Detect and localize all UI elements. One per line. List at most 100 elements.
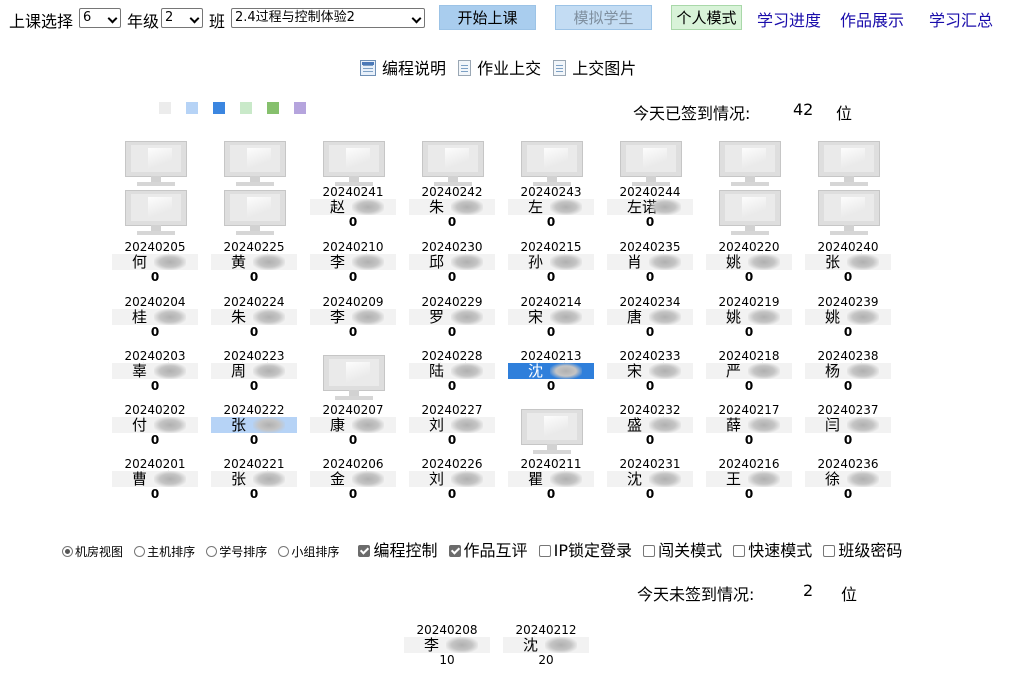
student-id: 20240210 (322, 240, 384, 254)
student-seat[interactable]: 20240244 左诺 0 (607, 186, 693, 236)
student-seat[interactable]: 20240243 左 0 (508, 186, 594, 236)
peer-review-option[interactable]: 作品互评 (448, 537, 528, 561)
student-id: 20240226 (421, 457, 483, 471)
student-seat[interactable]: 20240219 姚 0 (706, 296, 792, 346)
homework-link[interactable]: 作业上交 (458, 55, 541, 79)
student-seat[interactable]: 20240238 杨 0 (805, 350, 891, 400)
student-seat[interactable]: 20240211 瞿 0 (508, 458, 594, 508)
view-options: 机房视图 主机排序 学号排序 小组排序 编程控制 作品互评 IP锁定登录 闯关模… (62, 537, 908, 560)
student-seat[interactable]: 20240236 徐 0 (805, 458, 891, 508)
document-icon (458, 60, 472, 76)
student-seat[interactable]: 20240229 罗 0 (409, 296, 495, 346)
works-link[interactable]: 作品展示 (840, 7, 904, 31)
student-name: 邱 (409, 254, 495, 270)
student-seat[interactable]: 20240206 金 0 (310, 458, 396, 508)
grade-select[interactable]: 2 (161, 8, 203, 28)
student-seat[interactable]: 20240221 张 0 (211, 458, 297, 508)
student-seat[interactable]: 20240220 姚 0 (706, 241, 792, 291)
student-seat[interactable]: 20240226 刘 0 (409, 458, 495, 508)
student-seat[interactable]: 20240239 姚 0 (805, 296, 891, 346)
radio-icon (206, 546, 218, 557)
summary-link[interactable]: 学习汇总 (929, 7, 993, 31)
upload-image-link[interactable]: 上交图片 (553, 55, 636, 79)
progress-link[interactable]: 学习进度 (757, 7, 821, 31)
grade-label: 年级 (127, 12, 160, 31)
computer-monitor-icon (705, 141, 795, 189)
class-password-option[interactable]: 班级密码 (823, 537, 902, 561)
student-seat[interactable]: 20240222 张 0 (211, 404, 297, 454)
student-seat[interactable]: 20240216 王 0 (706, 458, 792, 508)
student-id: 20240212 (515, 623, 577, 637)
student-name: 瞿 (508, 471, 594, 487)
student-score: 20 (538, 653, 554, 667)
lesson-select[interactable]: 6 (79, 8, 121, 28)
student-seat[interactable]: 20240224 朱 0 (211, 296, 297, 346)
student-seat[interactable]: 20240215 孙 0 (508, 241, 594, 291)
student-name: 曹 (112, 471, 198, 487)
start-class-button[interactable]: 开始上课 (439, 5, 536, 30)
student-seat[interactable]: 20240210 李 0 (310, 241, 396, 291)
challenge-mode-option[interactable]: 闯关模式 (643, 537, 722, 561)
student-seat[interactable]: 20240235 肖 0 (607, 241, 693, 291)
student-score: 10 (439, 653, 455, 667)
course-select[interactable]: 2.4过程与控制体验2 (231, 8, 425, 28)
student-score: 0 (249, 487, 259, 501)
student-seat[interactable]: 20240202 付 0 (112, 404, 198, 454)
student-name: 刘 (409, 417, 495, 433)
student-seat[interactable]: 20240204 桂 0 (112, 296, 198, 346)
student-score: 0 (150, 487, 160, 501)
student-seat[interactable]: 20240225 黄 0 (211, 241, 297, 291)
instructions-link[interactable]: 编程说明 (360, 55, 446, 79)
student-id: 20240217 (718, 403, 780, 417)
student-name: 赵 (310, 199, 396, 215)
student-score: 0 (843, 379, 853, 393)
student-seat[interactable]: 20240214 宋 0 (508, 296, 594, 346)
document-icon (553, 60, 567, 76)
student-seat[interactable]: 20240209 李 0 (310, 296, 396, 346)
student-seat[interactable]: 20240207 康 0 (310, 404, 396, 454)
room-view-option[interactable]: 机房视图 (62, 543, 123, 560)
student-seat[interactable]: 20240228 陆 0 (409, 350, 495, 400)
student-name: 姚 (805, 309, 891, 325)
ip-lock-option[interactable]: IP锁定登录 (538, 537, 632, 561)
programming-control-option[interactable]: 编程控制 (358, 537, 437, 561)
student-score: 0 (249, 379, 259, 393)
student-seat[interactable]: 20240231 沈 0 (607, 458, 693, 508)
quick-mode-option[interactable]: 快速模式 (733, 537, 812, 561)
host-sort-option[interactable]: 主机排序 (134, 543, 195, 560)
student-seat[interactable]: 20240213 沈 0 (508, 350, 594, 400)
student-name: 孙 (508, 254, 594, 270)
student-score: 0 (447, 487, 457, 501)
student-score: 0 (744, 487, 754, 501)
student-seat[interactable]: 20240230 邱 0 (409, 241, 495, 291)
personal-mode-button[interactable]: 个人模式 (671, 5, 742, 30)
radio-icon (134, 546, 146, 557)
student-seat[interactable]: 20240227 刘 0 (409, 404, 495, 454)
student-id: 20240231 (619, 457, 681, 471)
legend-swatch (240, 102, 252, 114)
student-seat[interactable]: 20240234 唐 0 (607, 296, 693, 346)
student-seat[interactable]: 20240218 严 0 (706, 350, 792, 400)
student-seat[interactable]: 20240242 朱 0 (409, 186, 495, 236)
student-seat[interactable]: 20240232 盛 0 (607, 404, 693, 454)
id-sort-option[interactable]: 学号排序 (206, 543, 267, 560)
student-seat[interactable]: 20240233 宋 0 (607, 350, 693, 400)
student-seat[interactable]: 20240203 辜 0 (112, 350, 198, 400)
student-score: 0 (150, 270, 160, 284)
checkin-unit: 位 (836, 104, 853, 123)
student-seat[interactable]: 20240237 闫 0 (805, 404, 891, 454)
student-name: 徐 (805, 471, 891, 487)
student-seat[interactable]: 20240217 薛 0 (706, 404, 792, 454)
student-name: 沈 (607, 471, 693, 487)
student-seat[interactable]: 20240201 曹 0 (112, 458, 198, 508)
student-seat[interactable]: 20240208 李 10 (404, 624, 490, 674)
student-seat[interactable]: 20240223 周 0 (211, 350, 297, 400)
group-sort-option[interactable]: 小组排序 (278, 543, 339, 560)
student-seat[interactable]: 20240241 赵 0 (310, 186, 396, 236)
student-seat[interactable]: 20240212 沈 20 (503, 624, 589, 674)
student-score: 0 (546, 379, 556, 393)
student-seat[interactable]: 20240205 何 0 (112, 241, 198, 291)
simulate-student-button[interactable]: 模拟学生 (555, 5, 652, 30)
student-seat[interactable]: 20240240 张 0 (805, 241, 891, 291)
student-id: 20240227 (421, 403, 483, 417)
